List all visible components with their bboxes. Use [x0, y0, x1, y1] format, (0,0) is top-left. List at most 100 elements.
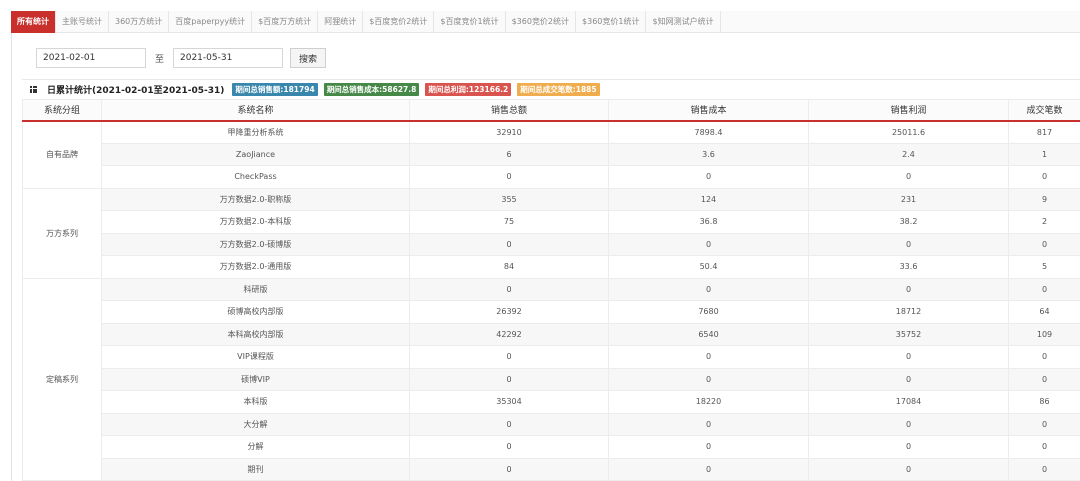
- system-name-cell: 万方数据2.0-通用版: [101, 255, 410, 279]
- column-header[interactable]: 销售成本: [608, 99, 809, 122]
- value-cell: 0: [608, 412, 809, 436]
- panel-header: 日累计统计(2021-02-01至2021-05-31) 期间总销售额:1817…: [22, 79, 1080, 99]
- value-cell: 0: [1008, 345, 1080, 369]
- value-cell: 0: [608, 345, 809, 369]
- stats-table: 系统分组 系统名称 销售总额 销售成本 销售利润 成交笔数 自有品牌 甲降重分析系统 3291…: [22, 99, 1080, 481]
- value-cell: 7680: [608, 300, 809, 324]
- value-cell: 0: [409, 277, 609, 301]
- tab-0[interactable]: 所有统计: [11, 11, 56, 33]
- value-cell: 0: [808, 435, 1009, 459]
- search-button[interactable]: 搜索: [290, 48, 326, 68]
- system-name-cell: 万方数据2.0-硕博版: [101, 232, 410, 256]
- end-date-input[interactable]: [173, 48, 283, 68]
- group-cell: 定稿系列: [22, 277, 102, 481]
- date-range-separator: 至: [154, 54, 164, 65]
- column-header[interactable]: 销售总额: [409, 99, 609, 122]
- value-cell: 0: [808, 457, 1009, 481]
- value-cell: 5: [1008, 255, 1080, 279]
- tab-9[interactable]: $360竞价1统计: [576, 11, 647, 33]
- table-row: 硕博VIP 0 0 0 0: [23, 367, 1080, 391]
- system-name-cell: CheckPass: [101, 165, 410, 189]
- value-cell: 84: [409, 255, 609, 279]
- value-cell: 0: [808, 232, 1009, 256]
- system-name-cell: 科研版: [101, 277, 410, 301]
- summary-badge: 期间总销售成本:58627.8: [323, 83, 420, 96]
- value-cell: 6: [409, 142, 609, 166]
- value-cell: 0: [608, 232, 809, 256]
- tab-5[interactable]: 阿狸统计: [318, 11, 364, 33]
- table-row: 自有品牌 甲降重分析系统 32910 7898.4 25011.6 817: [22, 120, 1080, 189]
- table-row: 大分解 0 0 0 0: [23, 412, 1080, 436]
- value-cell: 0: [1008, 457, 1080, 481]
- value-cell: 6540: [608, 322, 809, 346]
- table-row: 定稿系列 科研版 0 0 0 0: [22, 277, 1080, 481]
- table-row: 分解 0 0 0 0: [23, 435, 1080, 459]
- value-cell: 33.6: [808, 255, 1009, 279]
- system-name-cell: 分解: [101, 435, 410, 459]
- value-cell: 124: [608, 187, 809, 211]
- value-cell: 2.4: [808, 142, 1009, 166]
- column-header[interactable]: 销售利润: [808, 99, 1009, 122]
- table-row: ZaoJiance 6 3.6 2.4 1: [23, 142, 1080, 166]
- value-cell: 17084: [808, 390, 1009, 414]
- tab-8[interactable]: $360竞价2统计: [506, 11, 577, 33]
- value-cell: 86: [1008, 390, 1080, 414]
- value-cell: 32910: [409, 120, 609, 144]
- value-cell: 0: [608, 165, 809, 189]
- value-cell: 0: [808, 412, 1009, 436]
- value-cell: 231: [808, 187, 1009, 211]
- system-name-cell: 甲降重分析系统: [101, 120, 410, 144]
- system-name-cell: 大分解: [101, 412, 410, 436]
- group-cell: 万方系列: [22, 187, 102, 279]
- tab-6[interactable]: $百度竞价2统计: [363, 11, 435, 33]
- table-row: VIP课程版 0 0 0 0: [23, 345, 1080, 369]
- value-cell: 75: [409, 210, 609, 234]
- value-cell: 0: [608, 367, 809, 391]
- value-cell: 0: [808, 165, 1009, 189]
- value-cell: 42292: [409, 322, 609, 346]
- table-row: 本科版 35304 18220 17084 86: [23, 390, 1080, 414]
- system-name-cell: 期刊: [101, 457, 410, 481]
- date-filter: 至 搜索: [36, 48, 326, 68]
- value-cell: 0: [409, 345, 609, 369]
- tab-2[interactable]: 360万方统计: [109, 11, 170, 33]
- table-row: 万方数据2.0-本科版 75 36.8 38.2 2: [23, 210, 1080, 234]
- system-name-cell: VIP课程版: [101, 345, 410, 369]
- table-row: 本科高校内部版 42292 6540 35752 109: [23, 322, 1080, 346]
- start-date-input[interactable]: [36, 48, 146, 68]
- column-header[interactable]: 系统分组: [22, 99, 102, 122]
- value-cell: 0: [1008, 232, 1080, 256]
- tab-4[interactable]: $百度万方统计: [252, 11, 319, 33]
- value-cell: 25011.6: [808, 120, 1009, 144]
- value-cell: 64: [1008, 300, 1080, 324]
- value-cell: 0: [409, 412, 609, 436]
- table-row: CheckPass 0 0 0 0: [23, 165, 1080, 189]
- value-cell: 0: [1008, 277, 1080, 301]
- value-cell: 0: [409, 232, 609, 256]
- value-cell: 0: [608, 435, 809, 459]
- system-name-cell: 万方数据2.0-本科版: [101, 210, 410, 234]
- value-cell: 7898.4: [608, 120, 809, 144]
- value-cell: 0: [608, 457, 809, 481]
- summary-badge: 期间总销售额:181794: [232, 83, 318, 96]
- value-cell: 38.2: [808, 210, 1009, 234]
- value-cell: 2: [1008, 210, 1080, 234]
- tab-1[interactable]: 主账号统计: [56, 11, 109, 33]
- column-header[interactable]: 成交笔数: [1008, 99, 1080, 122]
- value-cell: 0: [1008, 367, 1080, 391]
- value-cell: 26392: [409, 300, 609, 324]
- tab-7[interactable]: $百度竞价1统计: [434, 11, 506, 33]
- value-cell: 18712: [808, 300, 1009, 324]
- value-cell: 0: [808, 367, 1009, 391]
- table-row: 万方数据2.0-通用版 84 50.4 33.6 5: [23, 255, 1080, 279]
- value-cell: 35752: [808, 322, 1009, 346]
- system-name-cell: 本科高校内部版: [101, 322, 410, 346]
- tab-3[interactable]: 百度paperpyy统计: [169, 11, 253, 33]
- value-cell: 35304: [409, 390, 609, 414]
- value-cell: 1: [1008, 142, 1080, 166]
- tab-10[interactable]: $知网测试户统计: [646, 11, 721, 33]
- value-cell: 0: [1008, 412, 1080, 436]
- table-row: 万方数据2.0-硕博版 0 0 0 0: [23, 232, 1080, 256]
- column-header[interactable]: 系统名称: [101, 99, 410, 122]
- table-row: 期刊 0 0 0 0: [23, 457, 1080, 481]
